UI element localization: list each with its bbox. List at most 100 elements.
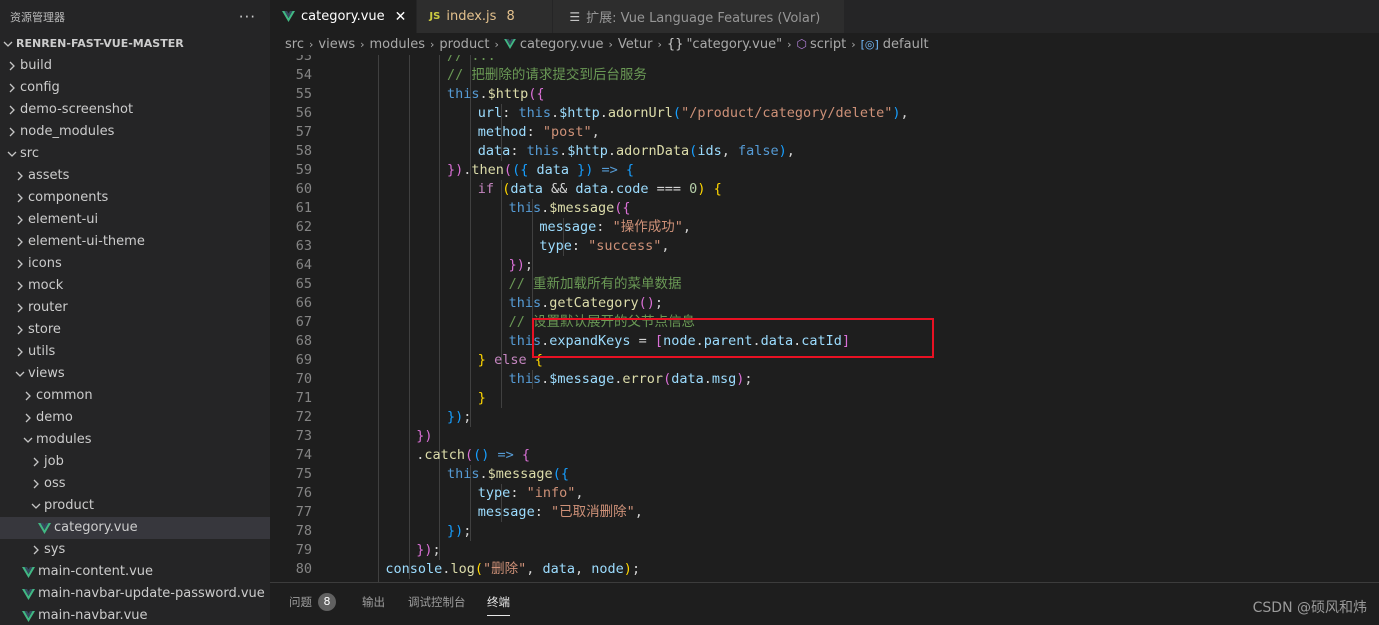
tree-folder[interactable]: components [0,187,270,209]
code-line[interactable]: 66 this.getCategory(); [270,294,1379,313]
tree-folder[interactable]: element-ui-theme [0,231,270,253]
code-text: }); [447,408,471,427]
code-token: adornData [616,143,690,159]
tree-folder[interactable]: element-ui [0,209,270,231]
code-line[interactable]: 73}) [270,427,1379,446]
tree-folder[interactable]: demo [0,407,270,429]
tree-folder[interactable]: config [0,77,270,99]
code-line[interactable]: 62 message: "操作成功", [270,218,1379,237]
tree-folder[interactable]: common [0,385,270,407]
code-line[interactable]: 57 method: "post", [270,123,1379,142]
breadcrumb-item-default[interactable]: default [883,37,929,52]
indent-guide [377,66,379,85]
tree-folder[interactable]: oss [0,473,270,495]
tree-folder[interactable]: mock [0,275,270,297]
code-editor[interactable]: 53// ... 54// 把删除的请求提交到后台服务 55 this.$http({… [270,55,1379,582]
breadcrumb-item-object[interactable]: "category.vue" [686,37,782,52]
tree-folder[interactable]: icons [0,253,270,275]
indent-guide [377,522,379,541]
tab-extension[interactable]: ☰ 扩展: Vue Language Features (Volar) [553,0,846,33]
tree-item-label: build [20,58,52,73]
panel-tab-output[interactable]: 输出 [362,583,385,620]
tab-category-vue[interactable]: category.vue ✕ [270,0,418,33]
tree-folder[interactable]: demo-screenshot [0,99,270,121]
code-line[interactable]: 74 .catch(() => { [270,446,1379,465]
line-number: 76 [295,485,312,501]
tree-folder[interactable]: router [0,297,270,319]
panel-tab-debug-console[interactable]: 调试控制台 [408,583,466,620]
more-actions-icon[interactable]: ··· [239,8,256,26]
code-line[interactable]: 55 this.$http({ [270,85,1379,104]
tree-folder[interactable]: sys [0,539,270,561]
code-token: [ [654,333,664,349]
tree-file[interactable]: category.vue [0,517,270,539]
tree-item-label: sys [44,542,66,557]
code-token: this [526,143,560,159]
tree-folder[interactable]: build [0,55,270,77]
tree-folder[interactable]: src [0,143,270,165]
code-text: }) [416,427,432,446]
code-line[interactable]: 72}); [270,408,1379,427]
panel-tab-problems[interactable]: 问题 8 [289,583,336,620]
code-line[interactable]: 67 // 设置默认展开的父节点信息 [270,313,1379,332]
breadcrumb-item-modules[interactable]: modules [370,37,426,52]
code-token: data [536,162,569,178]
code-line[interactable]: 69} else { [270,351,1379,370]
code-line[interactable]: 76 type: "info", [270,484,1379,503]
code-line[interactable]: 77 message: "已取消删除", [270,503,1379,522]
indent-guide [377,218,379,237]
panel-tab-terminal[interactable]: 终端 [487,583,510,620]
tree-file[interactable]: main-navbar-update-password.vue [0,583,270,605]
code-line[interactable]: 75 this.$message({ [270,465,1379,484]
tree-file[interactable]: main-content.vue [0,561,270,583]
tree-file[interactable]: main-navbar.vue [0,605,270,625]
indent-guide [377,237,379,256]
code-line[interactable]: 61 this.$message({ [270,199,1379,218]
chevron-right-icon [12,237,28,247]
breadcrumb-item-vetur[interactable]: Vetur [618,37,653,52]
breadcrumb-item-src[interactable]: src [285,37,304,52]
breadcrumb-item-product[interactable]: product [439,37,489,52]
indent-guide [439,218,441,237]
line-number: 61 [295,200,312,216]
code-token: . [607,143,617,159]
code-token: msg [711,371,737,387]
code-line[interactable]: 63 type: "success", [270,237,1379,256]
workspace-root[interactable]: RENREN-FAST-VUE-MASTER [0,33,270,55]
tree-folder[interactable]: assets [0,165,270,187]
code-line[interactable]: 60 if (data && data.code === 0) { [270,180,1379,199]
code-line[interactable]: 70 this.$message.error(data.msg); [270,370,1379,389]
tree-folder[interactable]: modules [0,429,270,451]
tree-item-label: element-ui-theme [28,234,145,249]
code-token: . [550,105,560,121]
code-line[interactable]: 59}).then(({ data }) => { [270,161,1379,180]
code-text: type: "info", [478,484,584,503]
indent-guide [377,161,379,180]
code-line[interactable]: 53 // ... [270,55,1379,66]
code-line[interactable]: 58 data: this.$http.adornData(ids, false)… [270,142,1379,161]
tree-folder[interactable]: node_modules [0,121,270,143]
code-line[interactable]: 68 this.expandKeys = [node.parent.data.ca… [270,332,1379,351]
code-line[interactable]: 64}); [270,256,1379,275]
breadcrumb-item-script[interactable]: script [810,37,846,52]
indent-guide [531,237,533,256]
tab-index-js[interactable]: JS index.js 8 [417,0,554,33]
code-token: console [385,561,443,577]
code-line[interactable]: 79}); [270,541,1379,560]
tree-folder[interactable]: store [0,319,270,341]
breadcrumb-item-views[interactable]: views [318,37,355,52]
tree-folder[interactable]: utils [0,341,270,363]
code-line[interactable]: 54 // 把删除的请求提交到后台服务 [270,66,1379,85]
tree-folder[interactable]: views [0,363,270,385]
code-line[interactable]: 78}); [270,522,1379,541]
code-line[interactable]: 65 // 重新加载所有的菜单数据 [270,275,1379,294]
code-line[interactable]: 80 console.log("删除", data, node); [270,560,1379,579]
panel-tab-label: 问题 [289,594,312,609]
close-icon[interactable]: ✕ [395,9,407,25]
code-line[interactable]: 56 url: this.$http.adornUrl("/product/cat… [270,104,1379,123]
code-text: }); [416,541,440,560]
code-line[interactable]: 71} [270,389,1379,408]
tree-folder[interactable]: product [0,495,270,517]
tree-folder[interactable]: job [0,451,270,473]
breadcrumb-item-file[interactable]: category.vue [520,37,604,52]
